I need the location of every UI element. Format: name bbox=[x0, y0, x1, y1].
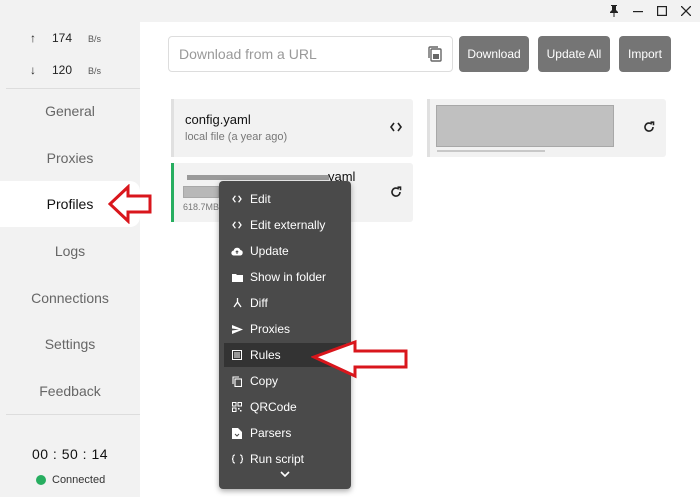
import-button[interactable]: Import bbox=[619, 36, 671, 72]
menu-item-label: Edit externally bbox=[250, 218, 326, 232]
list-icon bbox=[224, 350, 250, 360]
upload-unit: B/s bbox=[88, 34, 102, 44]
qrcode-icon bbox=[224, 402, 250, 412]
annotation-arrow-rules-icon bbox=[311, 339, 408, 379]
redacted-line bbox=[187, 175, 329, 180]
card-indicator bbox=[427, 99, 430, 157]
sidebar: ↑ 174 B/s ↓ 120 B/s General Proxies Prof… bbox=[0, 22, 140, 497]
menu-item-label: Diff bbox=[250, 296, 268, 310]
sidebar-item-feedback[interactable]: Feedback bbox=[0, 368, 140, 414]
menu-item-proxies[interactable]: Proxies bbox=[224, 317, 346, 341]
update-all-button[interactable]: Update All bbox=[538, 36, 610, 72]
sidebar-item-general[interactable]: General bbox=[0, 88, 140, 134]
redacted-block bbox=[436, 105, 614, 147]
sidebar-item-logs[interactable]: Logs bbox=[0, 228, 140, 274]
download-unit: B/s bbox=[88, 66, 102, 76]
folder-icon bbox=[224, 273, 250, 282]
profile-subtitle: local file (a year ago) bbox=[185, 131, 288, 143]
menu-item-parsers[interactable]: Parsers bbox=[224, 421, 346, 445]
menu-item-qrcode[interactable]: QRCode bbox=[224, 395, 346, 419]
connection-status-label: Connected bbox=[52, 474, 106, 486]
menu-item-label: Rules bbox=[250, 348, 281, 362]
menu-item-update[interactable]: Update bbox=[224, 239, 346, 263]
profile-card[interactable]: config.yaml local file (a year ago) bbox=[171, 99, 413, 157]
menu-item-show-in-folder[interactable]: Show in folder bbox=[224, 265, 346, 289]
connection-timer: 00 : 50 : 14 bbox=[31, 446, 109, 462]
card-indicator bbox=[171, 99, 174, 157]
sidebar-item-connections[interactable]: Connections bbox=[0, 275, 140, 321]
upload-speed: ↑ 174 B/s bbox=[30, 31, 101, 45]
menu-item-edit-externally[interactable]: Edit externally bbox=[224, 213, 346, 237]
context-menu: Edit Edit externally Update Show in fold… bbox=[219, 181, 351, 489]
profile-card[interactable] bbox=[427, 99, 666, 157]
code-icon bbox=[224, 195, 250, 203]
minimize-icon[interactable] bbox=[626, 0, 650, 22]
menu-item-label: Edit bbox=[250, 192, 271, 206]
pin-icon[interactable] bbox=[602, 0, 626, 22]
sidebar-item-settings[interactable]: Settings bbox=[0, 321, 140, 367]
divider bbox=[6, 414, 140, 415]
menu-item-label: QRCode bbox=[250, 400, 297, 414]
redacted-block bbox=[183, 186, 219, 198]
diff-icon bbox=[224, 298, 250, 308]
annotation-arrow-profiles-icon bbox=[108, 184, 152, 224]
sidebar-item-proxies[interactable]: Proxies bbox=[0, 135, 140, 181]
menu-item-label: Show in folder bbox=[250, 270, 327, 284]
profile-size: 618.7MB bbox=[183, 202, 220, 212]
send-icon bbox=[224, 324, 250, 334]
download-speed: ↓ 120 B/s bbox=[30, 63, 101, 77]
script-icon bbox=[224, 454, 250, 464]
upload-arrow-icon: ↑ bbox=[30, 31, 36, 45]
menu-item-label: Copy bbox=[250, 374, 279, 388]
redacted-line bbox=[437, 150, 545, 152]
status-dot-icon bbox=[36, 475, 46, 485]
refresh-icon[interactable] bbox=[390, 186, 402, 201]
menu-item-edit[interactable]: Edit bbox=[224, 187, 346, 211]
download-value: 120 bbox=[52, 63, 73, 77]
upload-value: 174 bbox=[52, 31, 73, 45]
profile-name: config.yaml bbox=[185, 112, 251, 127]
traffic-monitor: ↑ 174 B/s ↓ 120 B/s bbox=[0, 22, 140, 88]
download-button[interactable]: Download bbox=[459, 36, 529, 72]
active-indicator bbox=[171, 163, 174, 222]
download-arrow-icon: ↓ bbox=[30, 63, 36, 77]
cloud-upload-icon bbox=[224, 247, 250, 256]
parsers-icon bbox=[224, 427, 250, 439]
menu-item-diff[interactable]: Diff bbox=[224, 291, 346, 315]
paste-icon[interactable] bbox=[428, 46, 442, 62]
menu-item-label: Parsers bbox=[250, 426, 292, 440]
close-icon[interactable] bbox=[674, 0, 698, 22]
connection-status: Connected bbox=[36, 474, 105, 486]
code-icon[interactable] bbox=[390, 121, 402, 135]
url-field[interactable] bbox=[168, 36, 453, 72]
maximize-icon[interactable] bbox=[650, 0, 674, 22]
chevron-down-icon[interactable] bbox=[275, 467, 295, 481]
code-icon bbox=[224, 221, 250, 229]
title-bar bbox=[0, 0, 700, 22]
menu-item-label: Proxies bbox=[250, 322, 291, 336]
refresh-icon[interactable] bbox=[643, 121, 655, 136]
url-input[interactable] bbox=[179, 37, 419, 71]
menu-item-label: Run script bbox=[250, 452, 305, 466]
copy-icon bbox=[224, 375, 250, 387]
menu-item-label: Update bbox=[250, 244, 289, 258]
